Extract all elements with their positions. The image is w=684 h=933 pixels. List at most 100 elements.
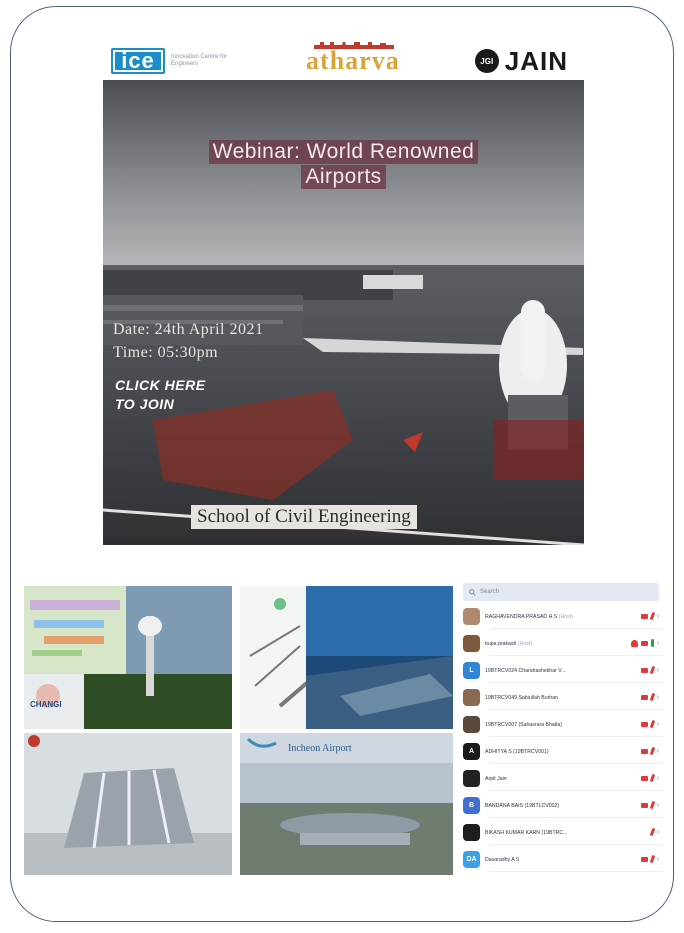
jain-logo: JGI JAIN [474, 45, 568, 77]
changi-logo-text: CHANGI [30, 700, 62, 709]
camera-off-icon[interactable] [640, 775, 648, 781]
mic-off-icon[interactable] [649, 800, 655, 810]
join-link-line1[interactable]: CLICK HERE [115, 376, 206, 395]
chevron-right-icon[interactable]: › [657, 694, 659, 701]
camera-off-icon[interactable] [640, 640, 648, 646]
participant-row[interactable]: Arpit Jain › [463, 766, 663, 791]
poster-time: Time: 05:30pm [113, 344, 219, 361]
chevron-right-icon[interactable]: › [657, 640, 659, 647]
mic-on-icon[interactable] [650, 639, 654, 647]
participant-controls: › [640, 800, 659, 810]
participant-controls: › [640, 611, 659, 621]
chevron-right-icon[interactable]: › [657, 748, 659, 755]
participant-name-text: Arpit Jain [485, 775, 507, 782]
chevron-right-icon[interactable]: › [657, 775, 659, 782]
participant-name-text: Dasaradhy A S [485, 856, 520, 863]
participant-avatar: DA [463, 851, 480, 868]
participant-controls: › [640, 719, 659, 729]
participant-controls: › [640, 854, 659, 864]
row-divider [489, 736, 663, 737]
mic-off-icon[interactable] [649, 827, 655, 837]
airport-layout-image [240, 586, 453, 729]
row-divider [489, 682, 663, 683]
chevron-right-icon[interactable]: › [657, 856, 659, 863]
airport-aerial-collage [240, 586, 453, 729]
jain-logo-text: JAIN [504, 45, 568, 76]
row-divider [489, 844, 663, 845]
participant-name: 19BTRCV007 (Sahasrara Bhatla) [485, 722, 617, 728]
participant-name-text: BANDANA BAIS (19BTLCV002) [485, 802, 560, 809]
participant-name: ADHITYA S (19BTRCV001) [485, 749, 617, 755]
chevron-right-icon[interactable]: › [657, 802, 659, 809]
mic-off-icon[interactable] [649, 719, 655, 729]
search-placeholder: Search [480, 589, 500, 595]
participant-row[interactable]: DA Dasaradhy A S › [463, 847, 663, 872]
poster-logo-bar: ice Innovation Centre for Engineers atha… [103, 42, 584, 80]
participant-controls: › [640, 665, 659, 675]
chevron-right-icon[interactable]: › [657, 667, 659, 674]
participant-row[interactable]: L 19BTRCV024 Chandrashekhar V... › [463, 658, 663, 683]
mic-off-icon[interactable] [649, 692, 655, 702]
participant-avatar [463, 689, 480, 706]
participant-name: RAGHAVENDRA PRASAD H S (Host) [485, 614, 617, 620]
camera-off-icon[interactable] [640, 694, 648, 700]
poster-school-name: School of Civil Engineering [191, 505, 417, 529]
atharva-logo-text: atharva [306, 46, 400, 75]
row-divider [489, 871, 663, 872]
participant-row[interactable]: B BANDANA BAIS (19BTLCV002) › [463, 793, 663, 818]
participant-avatar [463, 770, 480, 787]
poster-date-time: Date: 24th April 2021 Time: 05:30pm [113, 318, 263, 364]
chevron-right-icon[interactable]: › [657, 613, 659, 620]
changi-airport-image: CHANGI [24, 586, 232, 729]
mic-off-icon[interactable] [649, 665, 655, 675]
participant-row[interactable]: BIKASH KUMAR KARN (19BTRC... › [463, 820, 663, 845]
camera-off-icon[interactable] [640, 613, 648, 619]
ice-logo-mark: ice [111, 48, 165, 74]
incheon-aerial-photo [240, 733, 453, 875]
participant-controls: › [630, 639, 659, 647]
participant-name-text: ADHITYA S (19BTRCV001) [485, 748, 549, 755]
join-link-line2[interactable]: TO JOIN [115, 395, 206, 414]
mic-off-icon[interactable] [649, 611, 655, 621]
participant-name-text: 19BTRCV024 Chandrashekhar V... [485, 667, 566, 674]
participant-row[interactable]: A ADHITYA S (19BTRCV001) › [463, 739, 663, 764]
participant-row[interactable]: RAGHAVENDRA PRASAD H S (Host) › [463, 604, 663, 629]
participant-row[interactable]: 19BTRCV007 (Sahasrara Bhatla) › [463, 712, 663, 737]
skyline-icon [314, 42, 395, 49]
ice-logo-subtitle: Innovation Centre for Engineers [171, 54, 228, 67]
participant-name-text: BIKASH KUMAR KARN (19BTRC... [485, 829, 568, 836]
participant-name: BANDANA BAIS (19BTLCV002) [485, 803, 617, 809]
participant-name: 19BTRCV024 Chandrashekhar V... [485, 668, 617, 674]
participant-avatar [463, 716, 480, 733]
chevron-right-icon[interactable]: › [657, 721, 659, 728]
join-link[interactable]: CLICK HERE TO JOIN [115, 376, 206, 414]
participant-row[interactable]: bupa prakash (Host) › [463, 631, 663, 656]
participant-avatar [463, 824, 480, 841]
participant-name: bupa prakash (Host) [485, 641, 617, 647]
participant-name-text: bupa prakash [485, 640, 517, 647]
poster-date: Date: 24th April 2021 [113, 321, 264, 338]
poster-title-line2: Airports [301, 165, 386, 189]
row-divider [489, 763, 663, 764]
participant-role: (Host) [558, 613, 573, 620]
mic-off-icon[interactable] [649, 773, 655, 783]
participant-controls: › [640, 773, 659, 783]
incheon-airport-image: Incheon Airport [240, 733, 453, 875]
mic-off-icon[interactable] [649, 854, 655, 864]
participant-avatar: L [463, 662, 480, 679]
participant-search[interactable]: Search [463, 583, 659, 601]
participant-name-text: 19BTRCV049 Sabiullah Burhan [485, 694, 558, 701]
camera-off-icon[interactable] [640, 748, 648, 754]
webinar-poster[interactable]: ice Innovation Centre for Engineers atha… [103, 42, 584, 545]
camera-off-icon[interactable] [640, 721, 648, 727]
camera-off-icon[interactable] [640, 802, 648, 808]
mic-off-icon[interactable] [649, 746, 655, 756]
camera-off-icon[interactable] [640, 856, 648, 862]
participant-row[interactable]: 19BTRCV049 Sabiullah Burhan › [463, 685, 663, 710]
chevron-right-icon[interactable]: › [657, 829, 659, 836]
terminal-aerial-image [24, 733, 232, 875]
participant-name: BIKASH KUMAR KARN (19BTRC... [485, 830, 617, 836]
camera-off-icon[interactable] [640, 667, 648, 673]
participant-controls: › [640, 692, 659, 702]
row-divider [489, 709, 663, 710]
